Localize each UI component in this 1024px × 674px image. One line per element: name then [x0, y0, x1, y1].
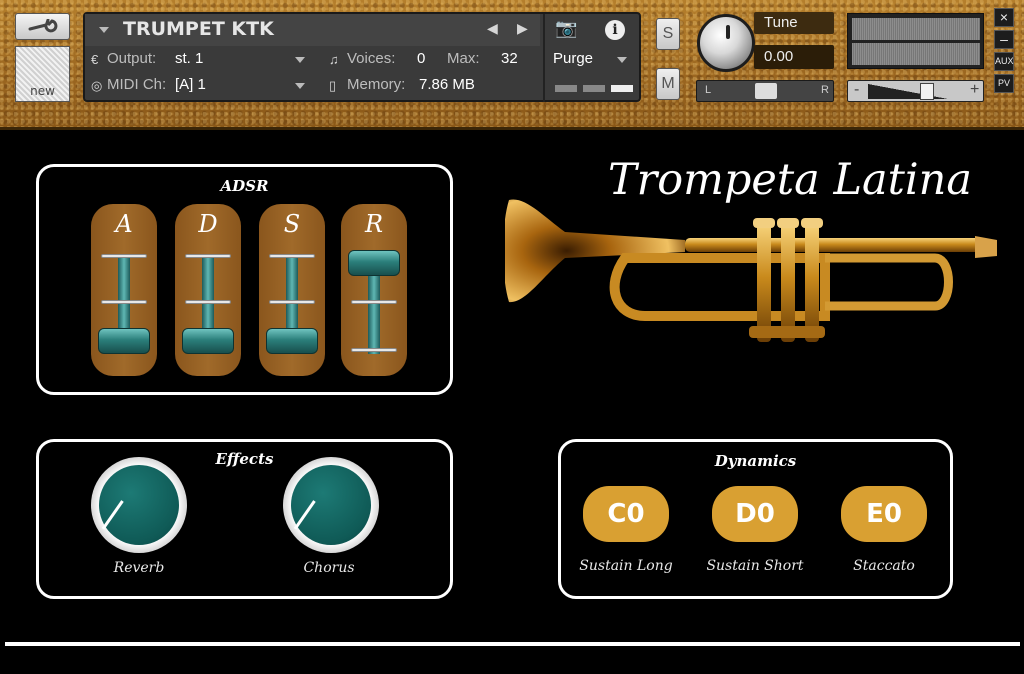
midi-dropdown-icon[interactable] [295, 83, 305, 89]
minimize-button[interactable]: – [994, 30, 1014, 49]
effects-title: Effects [215, 450, 274, 468]
output-icon: € [91, 52, 99, 67]
max-voices-value[interactable]: 32 [501, 50, 518, 67]
wrench-button[interactable] [15, 13, 70, 40]
info-icon[interactable]: i [605, 20, 625, 40]
dynamics-title: Dynamics [714, 452, 797, 470]
staccato-keyswitch[interactable]: E0 [841, 486, 927, 542]
voices-value: 0 [417, 50, 426, 67]
aux-button[interactable]: AUX [994, 52, 1014, 71]
purge-indicator [555, 85, 577, 92]
instrument-header: new TRUMPET KTK ◀ ▶ € Output: st. 1 ♫ Vo… [0, 0, 1024, 127]
trumpet-image [505, 199, 997, 342]
adsr-panel: ADSR A D S R [36, 164, 453, 395]
midi-channel-value[interactable]: [A] 1 [175, 76, 206, 93]
memory-icon: ▯ [329, 78, 337, 93]
sustain-short-label: Sustain Short [706, 558, 804, 574]
purge-indicator [611, 85, 633, 92]
reverb-label: Reverb [113, 560, 165, 576]
output-value[interactable]: st. 1 [175, 50, 203, 67]
sustain-long-keyswitch[interactable]: C0 [583, 486, 669, 542]
max-voices-label: Max: [447, 50, 480, 67]
decay-handle[interactable] [182, 328, 234, 354]
attack-label: A [115, 210, 133, 238]
instrument-menu-arrow-icon[interactable] [99, 27, 109, 33]
purge-indicator [583, 85, 605, 92]
mute-button[interactable]: M [656, 68, 680, 100]
level-meter-left [852, 18, 980, 40]
midi-icon: ◎ [91, 78, 103, 93]
volume-minus[interactable]: - [854, 81, 859, 99]
output-label: Output: [107, 50, 157, 67]
camera-icon[interactable]: 📷 [555, 18, 577, 39]
level-meter-right [852, 43, 980, 65]
prev-instrument-icon[interactable]: ◀ [487, 20, 498, 37]
memory-label: Memory: [347, 76, 406, 93]
effects-panel: Effects Reverb Chorus [36, 439, 453, 599]
pan-handle[interactable] [755, 83, 777, 99]
instrument-info-panel: TRUMPET KTK ◀ ▶ € Output: st. 1 ♫ Voices… [83, 12, 641, 102]
tune-knob[interactable] [697, 14, 755, 72]
instrument-name[interactable]: TRUMPET KTK [123, 18, 274, 40]
voices-icon: ♫ [329, 52, 339, 67]
decay-slider[interactable]: D [175, 204, 241, 376]
new-snapshot-button[interactable]: new [15, 46, 70, 102]
level-meters [847, 13, 984, 69]
header-divider [0, 127, 1024, 130]
sustain-label: S [283, 210, 301, 238]
attack-handle[interactable] [98, 328, 150, 354]
wrench-icon [28, 19, 58, 33]
new-label: new [30, 84, 55, 98]
purge-menu[interactable]: Purge [553, 50, 593, 67]
close-button[interactable]: × [994, 8, 1014, 27]
dynamics-panel: Dynamics C0 Sustain Long D0 Sustain Shor… [558, 439, 953, 599]
staccato-label: Staccato [853, 558, 915, 574]
midi-channel-label: MIDI Ch: [107, 76, 167, 93]
sustain-short-keyswitch[interactable]: D0 [712, 486, 798, 542]
attack-slider[interactable]: A [91, 204, 157, 376]
release-label: R [364, 210, 384, 238]
release-slider[interactable]: R [341, 204, 407, 376]
tune-value[interactable]: 0.00 [754, 45, 834, 69]
sustain-handle[interactable] [266, 328, 318, 354]
decay-label: D [198, 210, 218, 238]
sustain-slider[interactable]: S [259, 204, 325, 376]
bottom-divider [5, 642, 1020, 646]
volume-slider[interactable]: - + [847, 80, 984, 102]
sustain-long-label: Sustain Long [579, 558, 673, 574]
pv-button[interactable]: PV [994, 74, 1014, 93]
chorus-label: Chorus [303, 560, 355, 576]
volume-wedge [868, 84, 948, 99]
purge-dropdown-icon[interactable] [617, 57, 627, 63]
next-instrument-icon[interactable]: ▶ [517, 20, 528, 37]
pan-left-label: L [705, 84, 712, 96]
tune-label: Tune [754, 12, 834, 34]
volume-handle[interactable] [920, 83, 934, 100]
release-handle[interactable] [348, 250, 400, 276]
pan-right-label: R [821, 84, 829, 96]
reverb-knob[interactable] [91, 457, 187, 553]
memory-value: 7.86 MB [419, 76, 475, 93]
output-dropdown-icon[interactable] [295, 57, 305, 63]
voices-label: Voices: [347, 50, 396, 67]
adsr-title: ADSR [220, 177, 269, 195]
solo-button[interactable]: S [656, 18, 680, 50]
chorus-knob[interactable] [283, 457, 379, 553]
volume-plus[interactable]: + [970, 81, 979, 99]
pan-slider[interactable]: L R [696, 80, 834, 102]
